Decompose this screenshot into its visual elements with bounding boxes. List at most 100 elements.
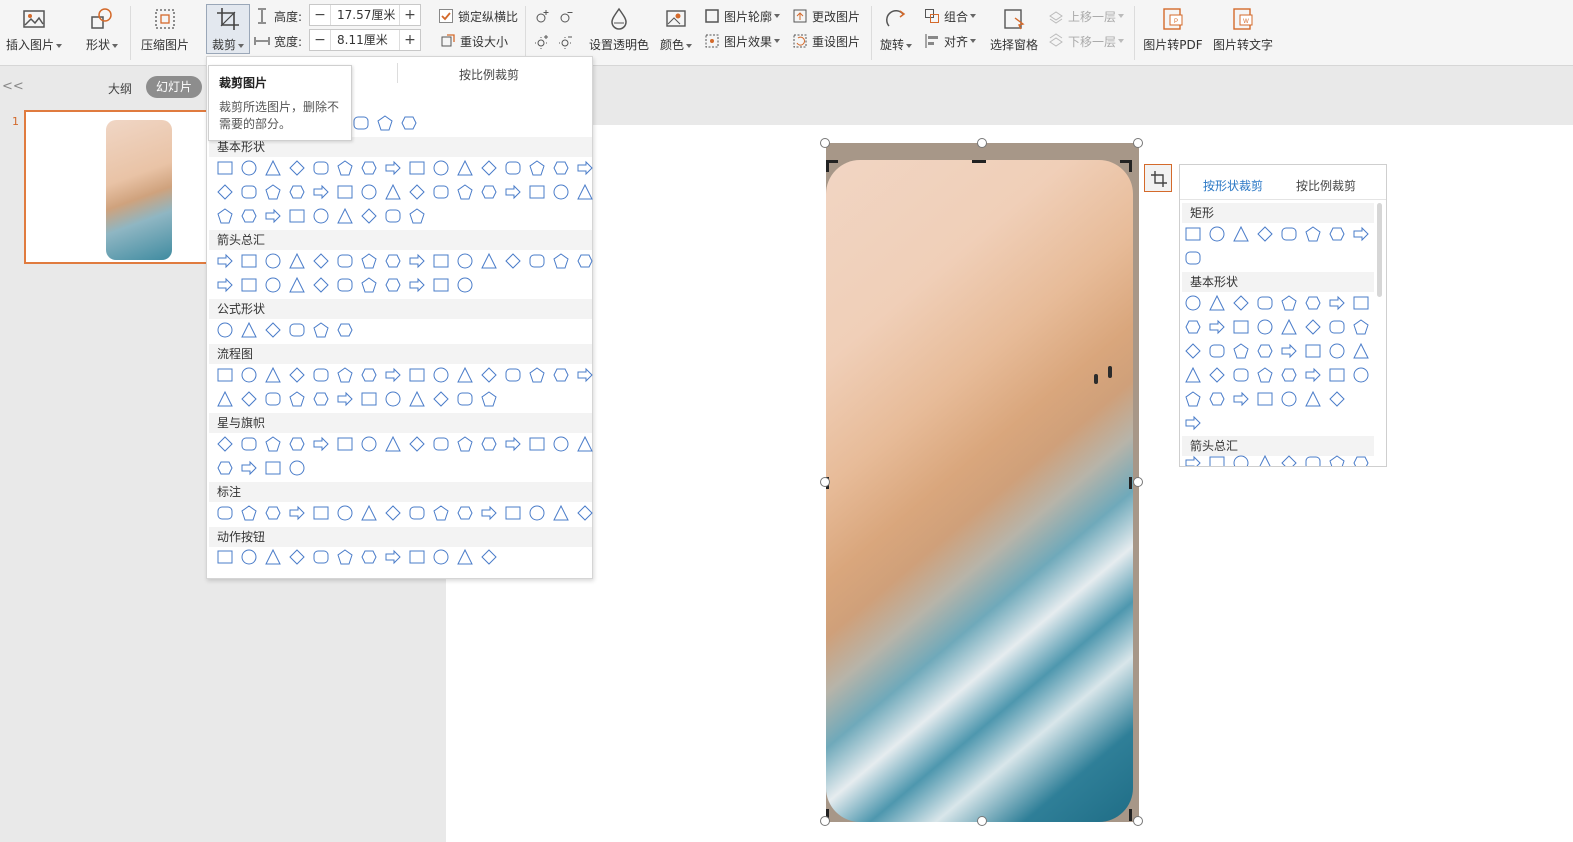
bring-forward-button[interactable]: 上移一层 xyxy=(1048,6,1125,26)
crop-shape-option[interactable] xyxy=(553,504,569,521)
crop-shape-option[interactable] xyxy=(529,367,545,383)
crop-shape-option[interactable] xyxy=(313,506,329,520)
crop-shape-option[interactable] xyxy=(241,278,257,292)
crop-shape-option[interactable] xyxy=(241,460,257,476)
crop-shape-option[interactable] xyxy=(481,505,497,521)
crop-shape-option[interactable] xyxy=(289,505,305,521)
send-backward-button[interactable]: 下移一层 xyxy=(1048,31,1125,51)
crop-shape-option[interactable] xyxy=(577,160,593,176)
crop-shape-option[interactable] xyxy=(1305,367,1321,383)
crop-shape-option[interactable] xyxy=(1233,368,1249,382)
resize-handle[interactable] xyxy=(977,138,987,148)
crop-shape-option[interactable] xyxy=(217,550,233,564)
crop-shape-option[interactable] xyxy=(553,161,569,175)
slide-thumbnail[interactable] xyxy=(24,110,214,264)
crop-shape-option[interactable] xyxy=(1329,227,1345,241)
crop-shape-option[interactable] xyxy=(409,368,425,382)
crop-shape-option[interactable] xyxy=(337,160,353,176)
crop-shape-option[interactable] xyxy=(361,436,377,452)
crop-shape-option[interactable] xyxy=(553,253,569,269)
crop-shape-option[interactable] xyxy=(1257,367,1273,383)
crop-shape-option[interactable] xyxy=(1233,343,1249,359)
crop-shape-option[interactable] xyxy=(409,436,425,452)
align-button[interactable]: 对齐 xyxy=(924,31,977,51)
crop-shape-option[interactable] xyxy=(1305,456,1321,467)
rotate-button[interactable]: 旋转 xyxy=(878,4,914,62)
crop-shape-option[interactable] xyxy=(289,252,305,269)
crop-shape-option[interactable] xyxy=(433,185,449,199)
crop-shape-option[interactable] xyxy=(1185,251,1201,265)
crop-shape-option[interactable] xyxy=(265,322,281,338)
change-picture-button[interactable]: 更改图片 xyxy=(792,6,860,26)
width-input[interactable]: 8.11厘米 xyxy=(330,30,400,50)
crop-shape-option[interactable] xyxy=(433,391,449,407)
crop-shape-option[interactable] xyxy=(217,436,233,452)
crop-shape-option[interactable] xyxy=(337,505,353,521)
crop-shape-option[interactable] xyxy=(385,505,401,521)
crop-shape-option[interactable] xyxy=(217,253,233,269)
crop-shape-option[interactable] xyxy=(1209,367,1225,383)
crop-shape-option[interactable] xyxy=(457,277,473,293)
crop-shape-option[interactable] xyxy=(241,185,257,199)
crop-shape-option[interactable] xyxy=(241,549,257,565)
crop-shape-option[interactable] xyxy=(1281,368,1297,382)
crop-shape-option[interactable] xyxy=(313,253,329,269)
crop-shape-option[interactable] xyxy=(217,368,233,382)
crop-shape-option[interactable] xyxy=(313,277,329,293)
height-input[interactable]: 17.57厘米 xyxy=(330,5,400,25)
compress-picture-button[interactable]: 压缩图片 xyxy=(138,4,192,62)
crop-shape-option[interactable] xyxy=(1305,390,1321,407)
resize-handle[interactable] xyxy=(977,816,987,826)
lock-ratio-checkbox[interactable]: 锁定纵横比 xyxy=(438,6,518,26)
crop-shape-option[interactable] xyxy=(409,550,425,564)
crop-shape-option[interactable] xyxy=(577,183,593,200)
crop-shape-option[interactable] xyxy=(361,277,377,293)
crop-handle-top[interactable] xyxy=(972,160,986,163)
resize-handle[interactable] xyxy=(820,477,830,487)
crop-shape-option[interactable] xyxy=(313,368,329,382)
selection-pane-button[interactable]: 选择窗格 xyxy=(988,4,1040,62)
crop-shape-option[interactable] xyxy=(433,437,449,451)
crop-shape-option[interactable] xyxy=(313,161,329,175)
crop-shape-option[interactable] xyxy=(241,505,257,521)
crop-shape-option[interactable] xyxy=(337,437,353,451)
resize-handle[interactable] xyxy=(820,816,830,826)
crop-shape-option[interactable] xyxy=(217,390,233,407)
crop-shape-option[interactable] xyxy=(409,184,425,200)
crop-shape-option[interactable] xyxy=(265,436,281,452)
crop-shape-option[interactable] xyxy=(1185,343,1201,359)
crop-shape-option[interactable] xyxy=(481,549,497,565)
crop-shape-option[interactable] xyxy=(529,160,545,176)
crop-button[interactable]: 裁剪 xyxy=(206,4,250,62)
crop-shape-option[interactable] xyxy=(361,184,377,200)
crop-shape-option[interactable] xyxy=(409,390,425,407)
crop-shape-option[interactable] xyxy=(457,159,473,176)
reset-size-button[interactable]: 重设大小 xyxy=(440,31,508,51)
crop-shape-option[interactable] xyxy=(529,254,545,268)
crop-shape-option[interactable] xyxy=(337,367,353,383)
crop-shape-option[interactable] xyxy=(505,253,521,269)
set-transparent-button[interactable]: 设置透明色 xyxy=(588,4,650,62)
crop-shape-option[interactable] xyxy=(361,208,377,224)
crop-shape-option[interactable] xyxy=(217,322,233,338)
crop-shape-option[interactable] xyxy=(529,437,545,451)
beach-picture[interactable] xyxy=(826,160,1133,822)
crop-shape-option[interactable] xyxy=(577,435,593,452)
crop-shape-option[interactable] xyxy=(1305,319,1321,335)
crop-shape-option[interactable] xyxy=(1209,319,1225,335)
crop-shape-option[interactable] xyxy=(1185,227,1201,241)
crop-shape-option[interactable] xyxy=(1329,391,1345,407)
crop-shape-option[interactable] xyxy=(289,323,305,337)
crop-shape-option[interactable] xyxy=(433,278,449,292)
crop-shape-option[interactable] xyxy=(1329,455,1345,467)
crop-shape-option[interactable] xyxy=(529,185,545,199)
crop-shape-option[interactable] xyxy=(289,185,305,199)
picture-to-pdf-button[interactable]: P 图片转PDF xyxy=(1142,4,1204,62)
crop-shape-option[interactable] xyxy=(1329,343,1345,359)
crop-shape-option[interactable] xyxy=(1233,295,1249,311)
crop-shape-option[interactable] xyxy=(385,183,401,200)
crop-shape-option[interactable] xyxy=(553,184,569,200)
crop-shape-option[interactable] xyxy=(1209,344,1225,358)
crop-shape-option[interactable] xyxy=(505,436,521,452)
crop-shape-option[interactable] xyxy=(241,321,257,338)
